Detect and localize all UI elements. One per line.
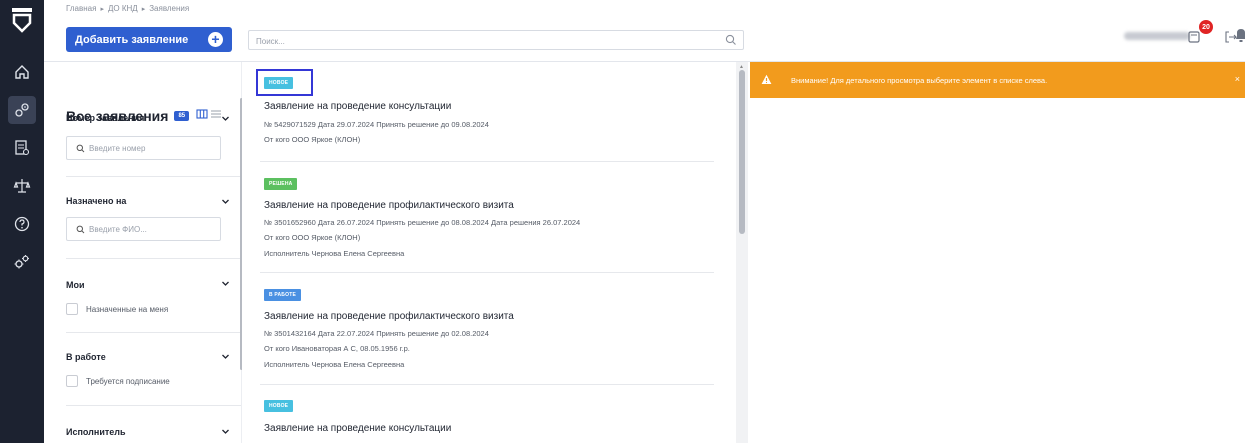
checkbox-box[interactable] [66, 303, 78, 315]
search-icon[interactable] [725, 34, 737, 46]
list-item[interactable]: В РАБОТЕ Заявление на проведение профила… [242, 273, 736, 385]
close-icon[interactable]: × [1235, 74, 1240, 84]
breadcrumb-separator: ▸ [141, 5, 146, 13]
logout-icon[interactable] [1224, 30, 1238, 44]
chevron-down-icon[interactable] [221, 352, 230, 361]
number-input[interactable]: Введите номер [66, 136, 221, 160]
chevron-down-icon[interactable] [221, 197, 230, 206]
request-executor: Исполнитель Чернова Елена Сергеевна [264, 360, 405, 369]
settings-icon[interactable] [8, 248, 36, 276]
status-badge: НОВОЕ [264, 400, 294, 412]
request-meta: № 3501432164 Дата 22.07.2024 Принять реш… [264, 329, 489, 338]
filter-in-work-label[interactable]: В работе [66, 352, 106, 362]
warning-icon [761, 74, 772, 84]
scales-icon[interactable] [8, 172, 36, 200]
signature-required-checkbox[interactable]: Требуется подписание [66, 375, 170, 387]
total-count-badge: 85 [174, 111, 190, 121]
top-bar: Главная ▸ ДО КНД ▸ Заявления Добавить за… [44, 0, 1245, 62]
request-title[interactable]: Заявление на проведение профилактическог… [264, 311, 514, 322]
filter-panel: Все заявления 85 Номер заявления Введите… [44, 62, 242, 443]
divider [66, 176, 241, 177]
assignee-input[interactable]: Введите ФИО... [66, 217, 221, 241]
alert-message: Внимание! Для детального просмотра выбер… [791, 76, 1048, 85]
status-badge: РЕШЕНА [264, 178, 298, 190]
signature-required-label: Требуется подписание [86, 376, 170, 386]
status-badge: В РАБОТЕ [264, 289, 301, 301]
chevron-down-icon[interactable] [221, 114, 230, 123]
search-icon [76, 225, 85, 233]
list-item[interactable]: РЕШЕНА Заявление на проведение профилакт… [242, 162, 736, 273]
breadcrumb-separator: ▸ [100, 5, 104, 13]
add-request-label: Добавить заявление [75, 33, 189, 46]
divider [66, 405, 241, 406]
filter-mine-label[interactable]: Мои [66, 280, 85, 290]
request-meta: № 5429071529 Дата 29.07.2024 Принять реш… [264, 120, 489, 129]
assigned-to-me-label: Назначенные на меня [86, 304, 169, 314]
search-input[interactable] [249, 32, 743, 51]
chat-icon[interactable] [1187, 30, 1201, 44]
breadcrumb: Главная ▸ ДО КНД ▸ Заявления [66, 4, 189, 13]
divider [66, 258, 241, 259]
request-sender: От кого Ивановаторая А С, 08.05.1956 г.р… [264, 344, 410, 353]
chevron-down-icon[interactable] [221, 279, 230, 288]
request-title[interactable]: Заявление на проведение консультации [264, 101, 451, 112]
list-scrollbar-thumb[interactable] [739, 70, 745, 234]
filter-assigned-label[interactable]: Назначено на [66, 196, 126, 206]
user-name[interactable] [1124, 32, 1190, 40]
checkbox-box[interactable] [66, 375, 78, 387]
requests-icon[interactable] [8, 96, 36, 124]
request-list: НОВОЕ Заявление на проведение консультац… [242, 62, 736, 443]
breadcrumb-section[interactable]: ДО КНД [108, 4, 138, 13]
request-executor: Исполнитель Чернова Елена Сергеевна [264, 249, 405, 258]
help-icon[interactable] [8, 210, 36, 238]
plus-icon: + [208, 32, 223, 47]
request-title[interactable]: Заявление на проведение профилактическог… [264, 200, 514, 211]
app-root: Главная ▸ ДО КНД ▸ Заявления Добавить за… [0, 0, 1245, 443]
request-sender: От кого ООО Яркое (КЛОН) [264, 135, 361, 144]
columns-view-icon[interactable] [196, 108, 208, 120]
home-icon[interactable] [8, 58, 36, 86]
chevron-down-icon[interactable] [221, 427, 230, 436]
selection-highlight [256, 69, 313, 96]
assignee-input-placeholder: Введите ФИО... [89, 224, 147, 234]
filter-number-label[interactable]: Номер заявления [66, 113, 144, 123]
registry-icon[interactable] [8, 134, 36, 162]
request-title[interactable]: Заявление на проведение консультации [264, 423, 451, 434]
notification-count-badge: 20 [1199, 20, 1213, 34]
search-field[interactable] [248, 30, 744, 51]
assigned-to-me-checkbox[interactable]: Назначенные на меня [66, 303, 168, 315]
info-alert: Внимание! Для детального просмотра выбер… [750, 62, 1245, 98]
breadcrumb-current: Заявления [149, 4, 190, 13]
add-request-button[interactable]: Добавить заявление + [66, 27, 232, 52]
side-rail [0, 0, 44, 443]
divider [66, 332, 241, 333]
filter-executor-label[interactable]: Исполнитель [66, 427, 126, 437]
number-input-placeholder: Введите номер [89, 143, 146, 153]
search-icon [76, 144, 85, 152]
breadcrumb-home[interactable]: Главная [66, 4, 96, 13]
logo-icon [12, 8, 32, 33]
request-meta: № 3501652960 Дата 26.07.2024 Принять реш… [264, 218, 581, 227]
list-item[interactable]: НОВОЕ Заявление на проведение консультац… [242, 62, 736, 162]
list-item[interactable]: НОВОЕ Заявление на проведение консультац… [242, 385, 736, 443]
request-sender: От кого ООО Яркое (КЛОН) [264, 233, 361, 242]
